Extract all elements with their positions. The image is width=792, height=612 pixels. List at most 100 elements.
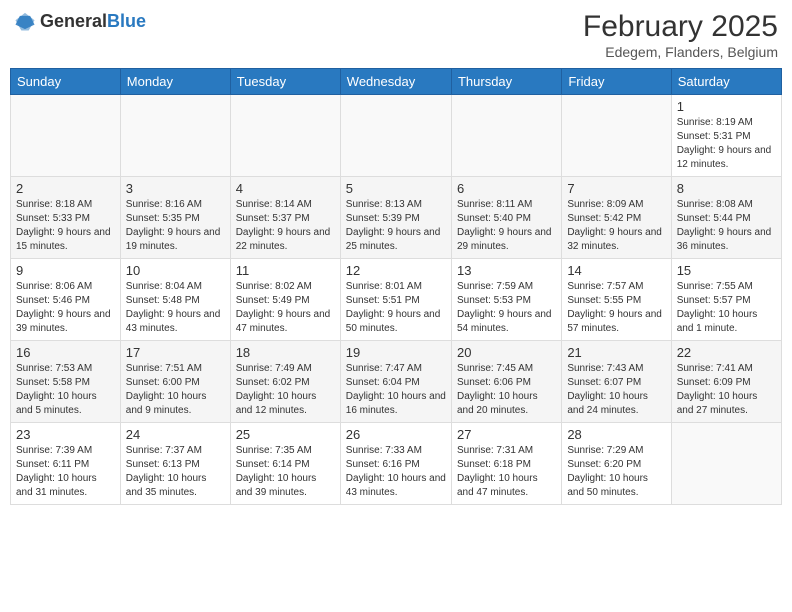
day-info: Sunrise: 7:37 AMSunset: 6:13 PMDaylight:… [126, 444, 225, 500]
day-info: Sunrise: 7:43 AMSunset: 6:07 PMDaylight:… [567, 362, 665, 418]
weekday-header-saturday: Saturday [671, 69, 781, 95]
day-info: Sunrise: 8:16 AMSunset: 5:35 PMDaylight:… [126, 198, 225, 254]
logo-icon [14, 10, 36, 32]
day-info: Sunrise: 7:57 AMSunset: 5:55 PMDaylight:… [567, 280, 665, 336]
day-number: 16 [16, 345, 115, 360]
calendar-cell: 22 Sunrise: 7:41 AMSunset: 6:09 PMDayligh… [671, 341, 781, 423]
day-info: Sunrise: 7:51 AMSunset: 6:00 PMDaylight:… [126, 362, 225, 418]
calendar-cell: 17 Sunrise: 7:51 AMSunset: 6:00 PMDayligh… [120, 341, 230, 423]
calendar-cell: 1 Sunrise: 8:19 AMSunset: 5:31 PMDaylight… [671, 95, 781, 177]
calendar-cell: 8 Sunrise: 8:08 AMSunset: 5:44 PMDaylight… [671, 177, 781, 259]
calendar-week-row: 23 Sunrise: 7:39 AMSunset: 6:11 PMDayligh… [11, 423, 782, 505]
day-info: Sunrise: 7:55 AMSunset: 5:57 PMDaylight:… [677, 280, 776, 336]
calendar-cell: 21 Sunrise: 7:43 AMSunset: 6:07 PMDayligh… [562, 341, 671, 423]
calendar-cell [451, 95, 561, 177]
day-info: Sunrise: 7:35 AMSunset: 6:14 PMDaylight:… [236, 444, 335, 500]
day-info: Sunrise: 7:49 AMSunset: 6:02 PMDaylight:… [236, 362, 335, 418]
day-info: Sunrise: 8:01 AMSunset: 5:51 PMDaylight:… [346, 280, 446, 336]
day-number: 11 [236, 263, 335, 278]
day-number: 15 [677, 263, 776, 278]
weekday-header-wednesday: Wednesday [340, 69, 451, 95]
day-info: Sunrise: 7:53 AMSunset: 5:58 PMDaylight:… [16, 362, 115, 418]
calendar-cell: 19 Sunrise: 7:47 AMSunset: 6:04 PMDayligh… [340, 341, 451, 423]
calendar-cell [340, 95, 451, 177]
day-number: 27 [457, 427, 556, 442]
day-number: 13 [457, 263, 556, 278]
logo-blue: Blue [107, 11, 146, 31]
day-number: 25 [236, 427, 335, 442]
day-number: 19 [346, 345, 446, 360]
calendar-cell: 13Sunrise: 7:59 AMSunset: 5:53 PMDayligh… [451, 259, 561, 341]
day-number: 24 [126, 427, 225, 442]
day-number: 6 [457, 181, 556, 196]
day-number: 7 [567, 181, 665, 196]
weekday-header-row: SundayMondayTuesdayWednesdayThursdayFrid… [11, 69, 782, 95]
calendar-week-row: 9Sunrise: 8:06 AMSunset: 5:46 PMDaylight… [11, 259, 782, 341]
day-number: 21 [567, 345, 665, 360]
day-info: Sunrise: 8:18 AMSunset: 5:33 PMDaylight:… [16, 198, 115, 254]
calendar-cell: 18 Sunrise: 7:49 AMSunset: 6:02 PMDayligh… [230, 341, 340, 423]
calendar-cell [11, 95, 121, 177]
calendar-cell: 20Sunrise: 7:45 AMSunset: 6:06 PMDayligh… [451, 341, 561, 423]
day-number: 14 [567, 263, 665, 278]
weekday-header-monday: Monday [120, 69, 230, 95]
weekday-header-tuesday: Tuesday [230, 69, 340, 95]
title-section: February 2025 Edegem, Flanders, Belgium [583, 10, 778, 60]
calendar-week-row: 1 Sunrise: 8:19 AMSunset: 5:31 PMDaylight… [11, 95, 782, 177]
day-number: 12 [346, 263, 446, 278]
day-number: 1 [677, 99, 776, 114]
calendar-cell: 7 Sunrise: 8:09 AMSunset: 5:42 PMDaylight… [562, 177, 671, 259]
calendar-cell: 24 Sunrise: 7:37 AMSunset: 6:13 PMDayligh… [120, 423, 230, 505]
calendar-cell: 26 Sunrise: 7:33 AMSunset: 6:16 PMDayligh… [340, 423, 451, 505]
calendar-cell [230, 95, 340, 177]
day-number: 2 [16, 181, 115, 196]
day-number: 3 [126, 181, 225, 196]
month-year-title: February 2025 [583, 10, 778, 44]
calendar-cell: 10 Sunrise: 8:04 AMSunset: 5:48 PMDayligh… [120, 259, 230, 341]
day-number: 10 [126, 263, 225, 278]
weekday-header-thursday: Thursday [451, 69, 561, 95]
day-number: 17 [126, 345, 225, 360]
day-info: Sunrise: 8:08 AMSunset: 5:44 PMDaylight:… [677, 198, 776, 254]
day-number: 5 [346, 181, 446, 196]
day-info: Sunrise: 7:41 AMSunset: 6:09 PMDaylight:… [677, 362, 776, 418]
calendar-cell: 28 Sunrise: 7:29 AMSunset: 6:20 PMDayligh… [562, 423, 671, 505]
page-header: GeneralBlue February 2025 Edegem, Flande… [10, 10, 782, 60]
calendar-week-row: 2 Sunrise: 8:18 AMSunset: 5:33 PMDaylight… [11, 177, 782, 259]
day-info: Sunrise: 8:04 AMSunset: 5:48 PMDaylight:… [126, 280, 225, 336]
day-number: 20 [457, 345, 556, 360]
calendar-cell [671, 423, 781, 505]
day-number: 28 [567, 427, 665, 442]
day-number: 9 [16, 263, 115, 278]
calendar-cell: 11Sunrise: 8:02 AMSunset: 5:49 PMDayligh… [230, 259, 340, 341]
day-info: Sunrise: 8:09 AMSunset: 5:42 PMDaylight:… [567, 198, 665, 254]
calendar-table: SundayMondayTuesdayWednesdayThursdayFrid… [10, 68, 782, 505]
day-info: Sunrise: 8:19 AMSunset: 5:31 PMDaylight:… [677, 116, 776, 172]
day-info: Sunrise: 7:33 AMSunset: 6:16 PMDaylight:… [346, 444, 446, 500]
logo-general: General [40, 11, 107, 31]
day-number: 22 [677, 345, 776, 360]
day-info: Sunrise: 8:11 AMSunset: 5:40 PMDaylight:… [457, 198, 556, 254]
day-info: Sunrise: 7:29 AMSunset: 6:20 PMDaylight:… [567, 444, 665, 500]
calendar-cell: 3 Sunrise: 8:16 AMSunset: 5:35 PMDaylight… [120, 177, 230, 259]
weekday-header-sunday: Sunday [11, 69, 121, 95]
day-number: 8 [677, 181, 776, 196]
calendar-cell: 23 Sunrise: 7:39 AMSunset: 6:11 PMDayligh… [11, 423, 121, 505]
day-number: 18 [236, 345, 335, 360]
calendar-cell [562, 95, 671, 177]
day-info: Sunrise: 7:39 AMSunset: 6:11 PMDaylight:… [16, 444, 115, 500]
calendar-cell: 9Sunrise: 8:06 AMSunset: 5:46 PMDaylight… [11, 259, 121, 341]
day-number: 4 [236, 181, 335, 196]
day-number: 26 [346, 427, 446, 442]
calendar-cell: 12 Sunrise: 8:01 AMSunset: 5:51 PMDayligh… [340, 259, 451, 341]
location-subtitle: Edegem, Flanders, Belgium [583, 44, 778, 60]
calendar-cell: 4Sunrise: 8:14 AMSunset: 5:37 PMDaylight… [230, 177, 340, 259]
calendar-cell: 25 Sunrise: 7:35 AMSunset: 6:14 PMDayligh… [230, 423, 340, 505]
weekday-header-friday: Friday [562, 69, 671, 95]
calendar-cell: 14 Sunrise: 7:57 AMSunset: 5:55 PMDayligh… [562, 259, 671, 341]
logo: GeneralBlue [14, 10, 146, 32]
calendar-cell: 6 Sunrise: 8:11 AMSunset: 5:40 PMDaylight… [451, 177, 561, 259]
day-info: Sunrise: 7:47 AMSunset: 6:04 PMDaylight:… [346, 362, 446, 418]
day-number: 23 [16, 427, 115, 442]
calendar-cell: 15 Sunrise: 7:55 AMSunset: 5:57 PMDayligh… [671, 259, 781, 341]
